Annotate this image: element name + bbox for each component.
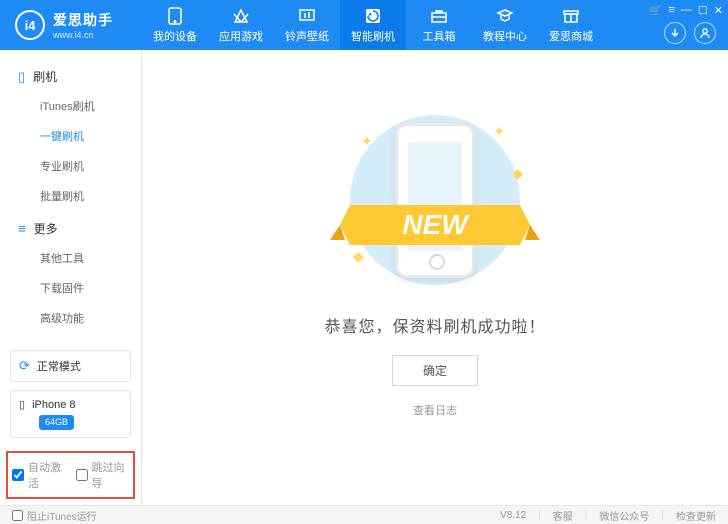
download-button[interactable] (664, 22, 686, 44)
device-selector[interactable]: ▯ iPhone 8 64GB (10, 390, 131, 438)
sparkle-icon: ✦ (493, 123, 505, 140)
apps-icon (231, 7, 251, 25)
sidebar-one-click-flash[interactable]: 一键刷机 (18, 121, 123, 151)
minimize-icon[interactable]: — (681, 4, 692, 17)
version-label: V8.12 (500, 510, 526, 521)
success-illustration: ✦ ✦ ◆ ◆ NEW (335, 105, 535, 295)
sidebar-other-tools[interactable]: 其他工具 (18, 243, 123, 273)
store-icon (561, 7, 581, 25)
phone-icon: ▯ (18, 69, 25, 85)
nav-my-device[interactable]: 我的设备 (142, 0, 208, 50)
logo-icon: i4 (15, 10, 45, 40)
nav-ringtones[interactable]: 铃声壁纸 (274, 0, 340, 50)
confirm-button[interactable]: 确定 (392, 355, 478, 386)
flash-icon (363, 7, 383, 25)
footer-wechat-link[interactable]: 微信公众号 (599, 508, 649, 523)
footer-update-link[interactable]: 检查更新 (676, 508, 716, 523)
storage-badge: 64GB (39, 415, 74, 430)
mode-selector[interactable]: ⟳ 正常模式 (10, 350, 131, 382)
close-icon[interactable]: ✕ (714, 4, 723, 17)
new-ribbon: NEW (330, 190, 540, 275)
sidebar-group-flash[interactable]: ▯ 刷机 (18, 62, 123, 91)
maximize-icon[interactable]: ☐ (698, 4, 708, 17)
toolbox-icon (429, 7, 449, 25)
sidebar-group-more[interactable]: ≡ 更多 (18, 214, 123, 243)
cart-icon[interactable]: 🛒 (649, 4, 663, 17)
nav-tutorial[interactable]: 教程中心 (472, 0, 538, 50)
menu-icon: ≡ (18, 221, 26, 236)
status-bar: 阻止iTunes运行 V8.12 | 客服 | 微信公众号 | 检查更新 (0, 505, 728, 524)
nav-smart-flash[interactable]: 智能刷机 (340, 0, 406, 50)
auto-activate-checkbox[interactable]: 自动激活 (12, 459, 66, 491)
sparkle-icon: ✦ (361, 133, 373, 150)
view-log-link[interactable]: 查看日志 (413, 402, 457, 418)
sidebar-advanced[interactable]: 高级功能 (18, 303, 123, 333)
app-logo: i4 爱思助手 www.i4.cn (0, 10, 142, 40)
options-highlight-box: 自动激活 跳过向导 (6, 451, 135, 499)
settings-icon[interactable]: ≡ (668, 4, 674, 17)
device-small-icon: ▯ (19, 398, 25, 411)
block-itunes-checkbox[interactable]: 阻止iTunes运行 (12, 508, 97, 523)
refresh-icon: ⟳ (19, 358, 30, 374)
footer-support-link[interactable]: 客服 (553, 508, 573, 523)
sidebar-pro-flash[interactable]: 专业刷机 (18, 151, 123, 181)
nav-store[interactable]: 爱思商城 (538, 0, 604, 50)
nav-toolbox[interactable]: 工具箱 (406, 0, 472, 50)
music-icon (297, 7, 317, 25)
sidebar-batch-flash[interactable]: 批量刷机 (18, 181, 123, 211)
tutorial-icon (495, 7, 515, 25)
top-nav: 我的设备 应用游戏 铃声壁纸 智能刷机 工具箱 教程中心 爱思商城 (142, 0, 604, 50)
skip-guide-checkbox[interactable]: 跳过向导 (76, 459, 130, 491)
user-button[interactable] (694, 22, 716, 44)
success-message: 恭喜您，保资料刷机成功啦！ (324, 313, 545, 337)
sidebar-itunes-flash[interactable]: iTunes刷机 (18, 91, 123, 121)
brand-url: www.i4.cn (53, 30, 113, 40)
svg-text:NEW: NEW (402, 209, 470, 240)
nav-apps[interactable]: 应用游戏 (208, 0, 274, 50)
main-content: ✦ ✦ ◆ ◆ NEW 恭喜您，保资料刷机成功啦！ 确定 查看日志 (142, 50, 728, 505)
sidebar: ▯ 刷机 iTunes刷机 一键刷机 专业刷机 批量刷机 ≡ 更多 其他工具 下… (0, 50, 142, 505)
sparkle-icon: ◆ (512, 165, 523, 182)
sidebar-download-firmware[interactable]: 下载固件 (18, 273, 123, 303)
window-controls: 🛒 ≡ — ☐ ✕ (649, 4, 723, 17)
brand-name: 爱思助手 (53, 10, 113, 30)
device-icon (165, 7, 185, 25)
header: i4 爱思助手 www.i4.cn 我的设备 应用游戏 铃声壁纸 智能刷机 工具… (0, 0, 728, 50)
